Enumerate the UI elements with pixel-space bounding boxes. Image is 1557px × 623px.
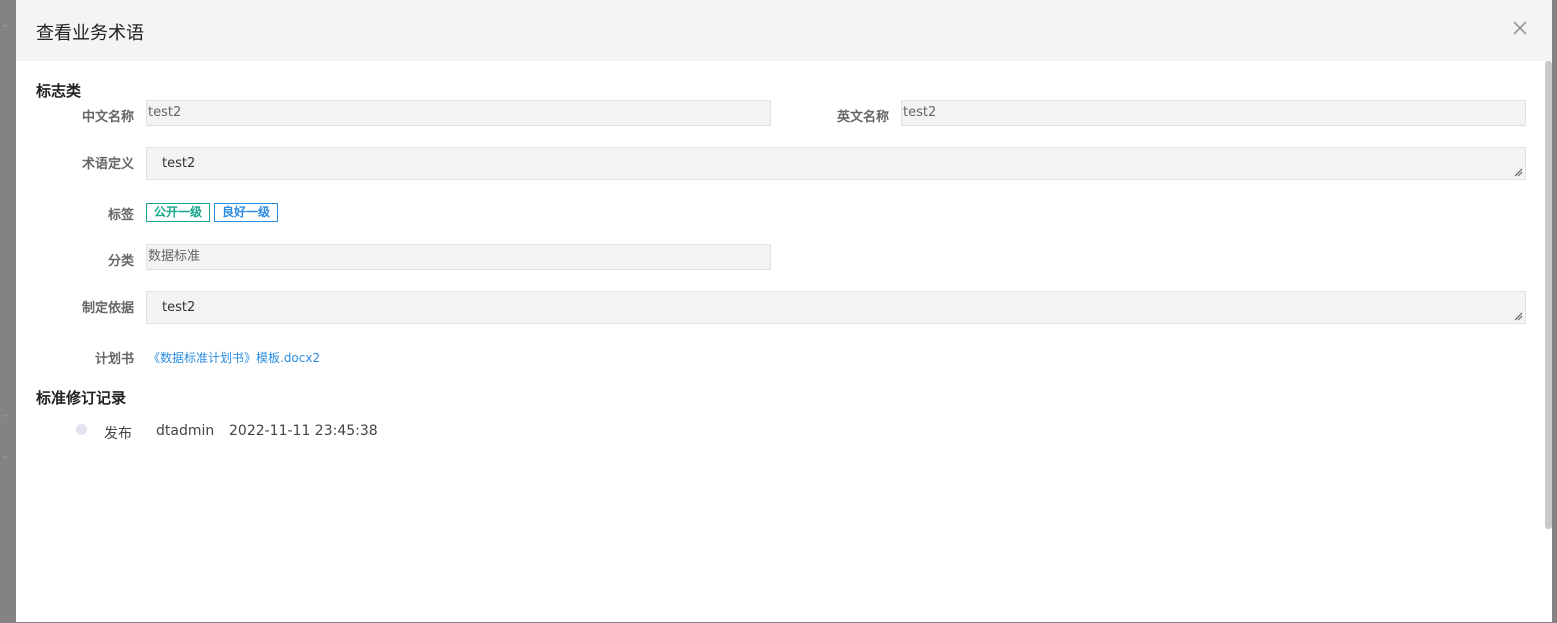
definition-label: 术语定义 <box>81 157 134 172</box>
revision-time: 2022-11-11 23:45:38 <box>229 423 378 439</box>
tag-good-level-1: 良好一级 <box>214 203 279 222</box>
revision-user: dtadmin <box>156 423 215 439</box>
revision-action: 发布 <box>104 426 132 442</box>
definition-value: test2 <box>162 156 196 171</box>
definition-textarea[interactable]: test2 <box>146 147 1526 180</box>
resize-handle-icon[interactable] <box>1513 167 1523 177</box>
tags-label: 标签 <box>107 208 134 223</box>
dialog-header: 查看业务术语 <box>16 0 1552 61</box>
basis-value: test2 <box>162 300 196 315</box>
close-icon <box>1513 21 1527 35</box>
cn-name-field[interactable]: test2 <box>146 100 771 126</box>
close-button[interactable] <box>1508 16 1532 40</box>
plan-label: 计划书 <box>94 352 134 367</box>
chevron-up-icon: ⌃ <box>0 22 11 36</box>
chevron-down-icon: ⌄ <box>0 448 11 462</box>
section-title-flag: 标志类 <box>36 82 82 100</box>
view-term-dialog: 查看业务术语 标志类 中文名称 test2 英文名称 test2 术语定义 te… <box>16 0 1552 622</box>
basis-label: 制定依据 <box>81 301 134 316</box>
en-name-label: 英文名称 <box>836 110 889 125</box>
dialog-title: 查看业务术语 <box>36 23 144 44</box>
scrollbar[interactable] <box>1545 61 1552 529</box>
category-label: 分类 <box>107 254 134 269</box>
basis-textarea[interactable]: test2 <box>146 291 1526 324</box>
en-name-field[interactable]: test2 <box>901 100 1526 126</box>
timeline-dot-icon <box>76 424 87 435</box>
resize-handle-icon[interactable] <box>1513 311 1523 321</box>
chevron-down-icon: ⌄ <box>0 406 11 420</box>
category-field[interactable]: 数据标准 <box>146 244 771 270</box>
tag-public-level-1: 公开一级 <box>146 203 211 222</box>
section-title-revision: 标准修订记录 <box>36 389 127 407</box>
cn-name-label: 中文名称 <box>81 110 134 125</box>
plan-document-link[interactable]: 《数据标准计划书》模板.docx2 <box>148 349 320 366</box>
